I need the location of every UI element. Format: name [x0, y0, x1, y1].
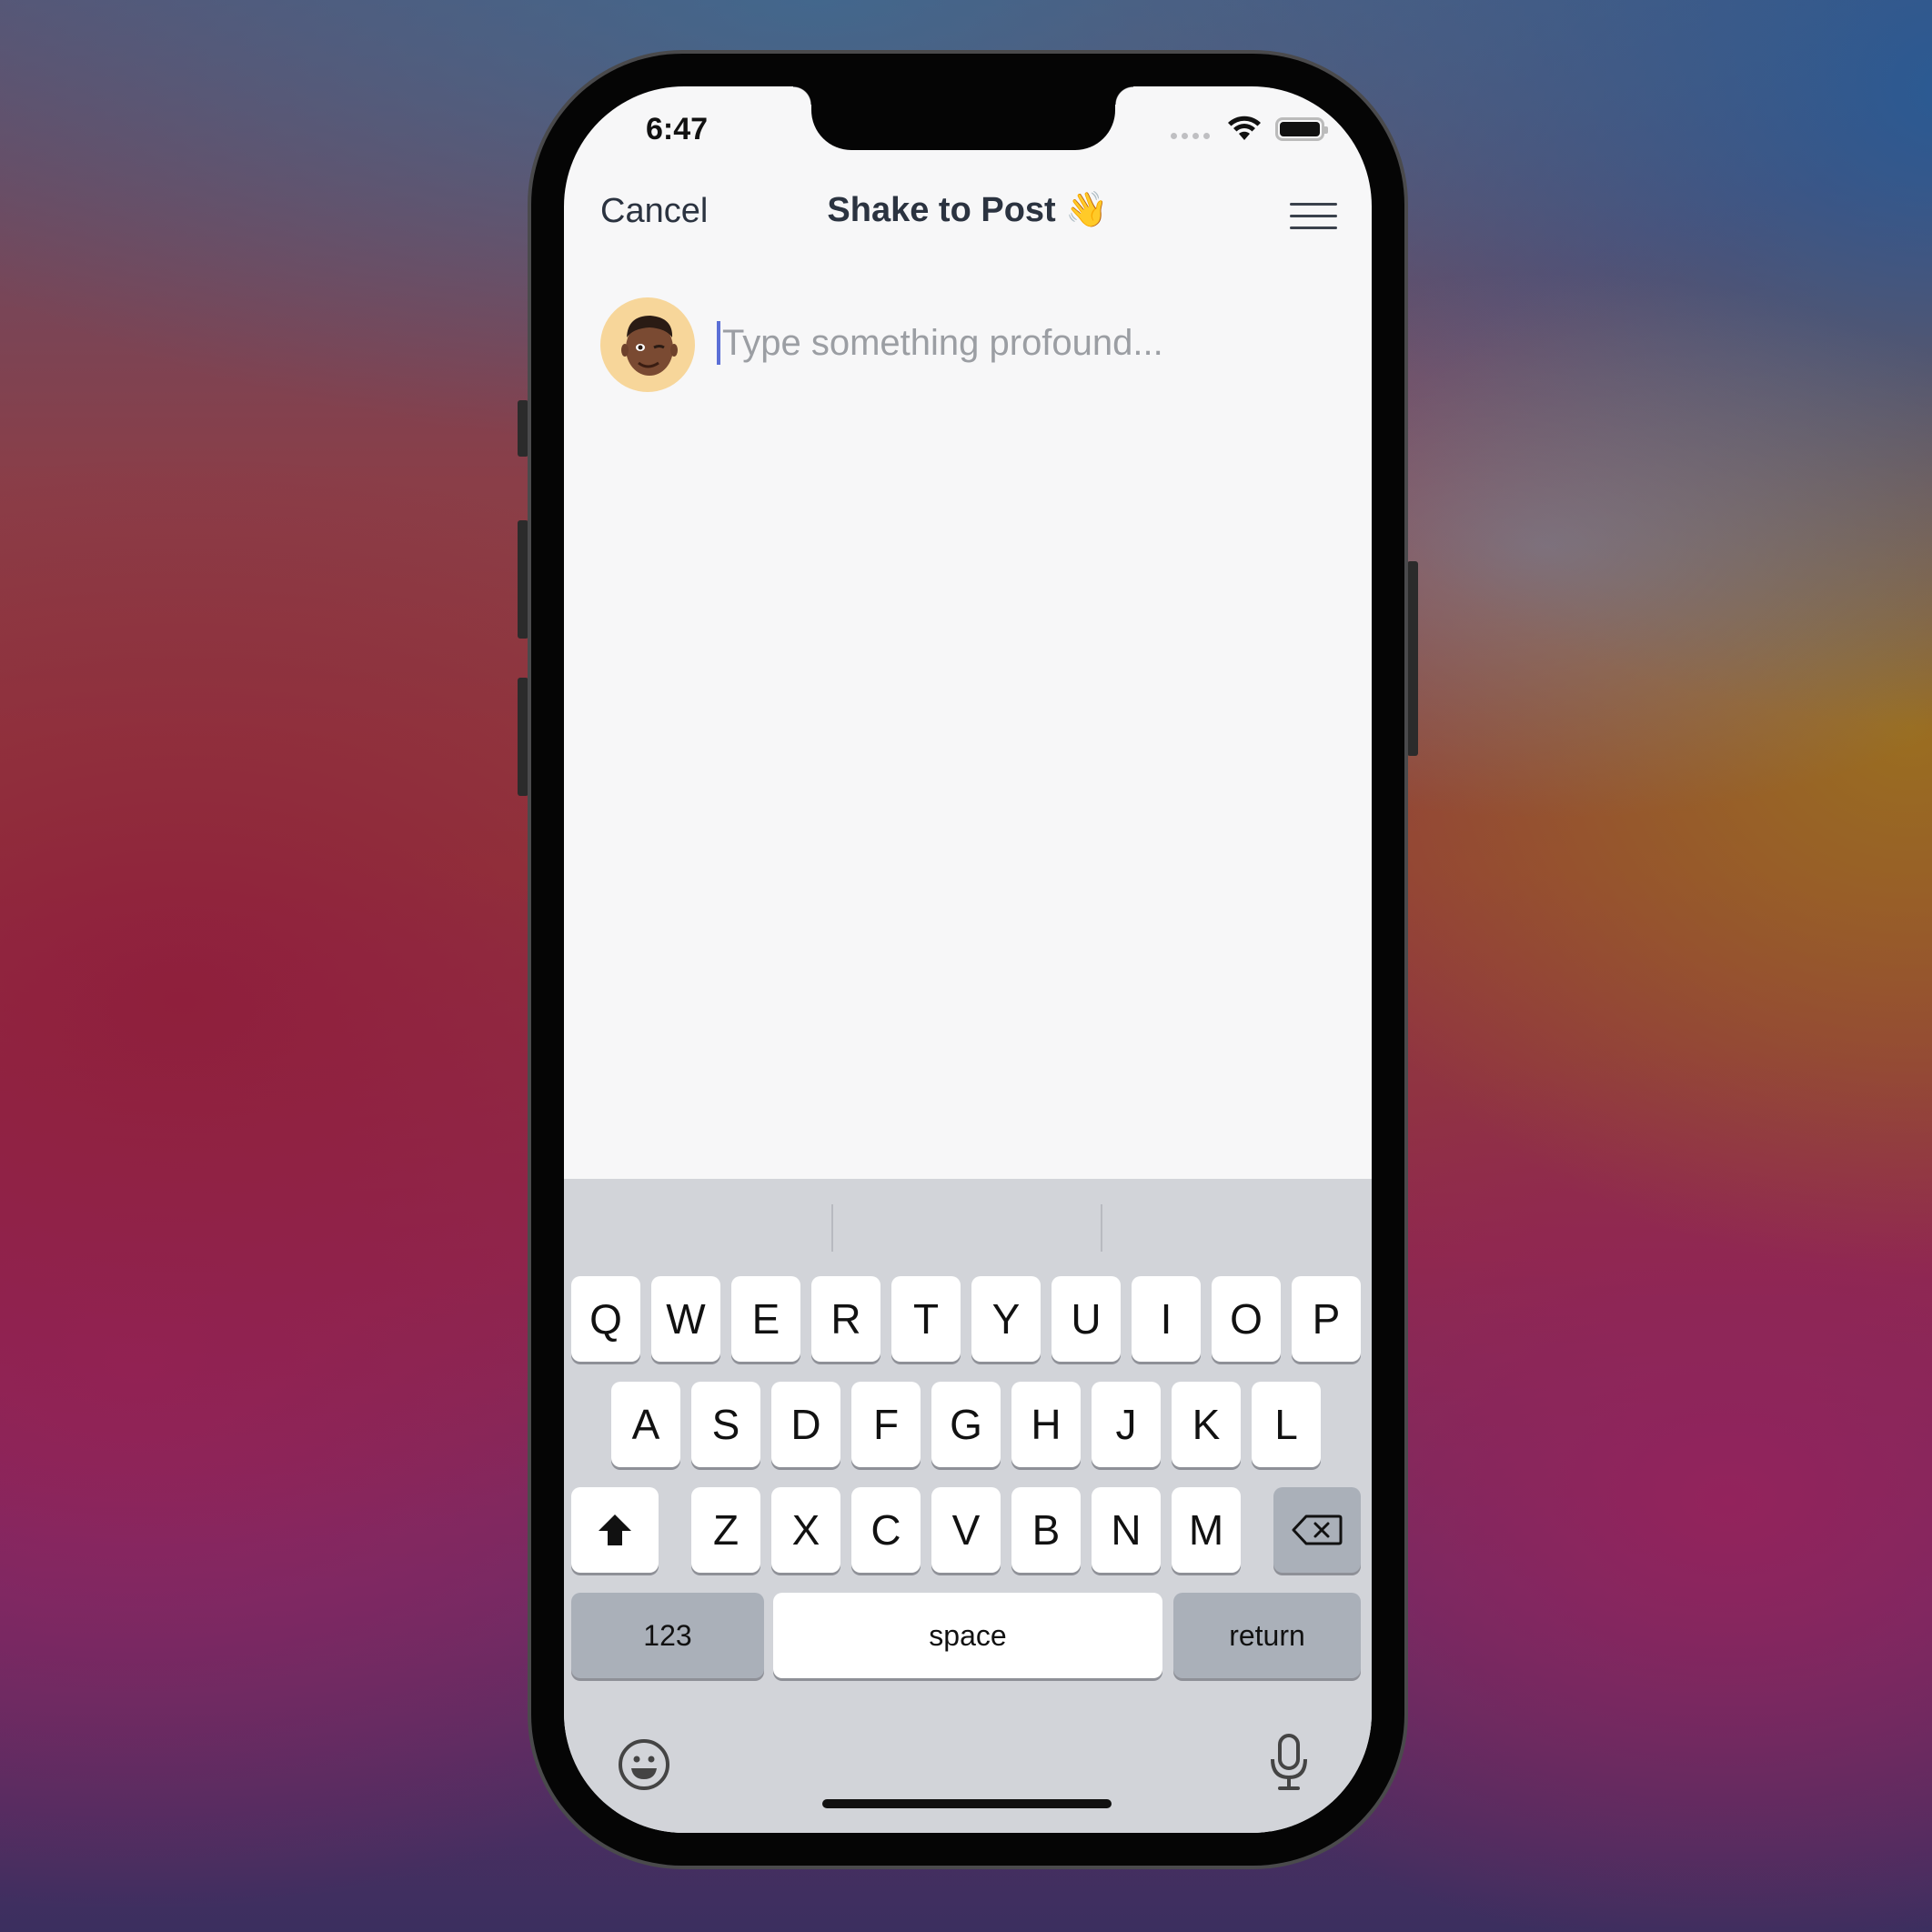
key-s[interactable]: S: [691, 1382, 760, 1467]
memoji-avatar-icon: [621, 316, 678, 376]
key-k[interactable]: K: [1172, 1382, 1241, 1467]
key-t[interactable]: T: [891, 1276, 961, 1362]
key-g[interactable]: G: [931, 1382, 1001, 1467]
key-f[interactable]: F: [851, 1382, 921, 1467]
key-j[interactable]: J: [1092, 1382, 1161, 1467]
screen: 6:47 Cancel Shake to Post 👋 Type somethi…: [564, 86, 1372, 1833]
backspace-icon: [1292, 1514, 1343, 1545]
key-z[interactable]: Z: [691, 1487, 760, 1573]
cellular-signal-icon: [1171, 132, 1210, 139]
key-h[interactable]: H: [1011, 1382, 1081, 1467]
power-button: [1407, 561, 1418, 756]
key-d[interactable]: D: [771, 1382, 840, 1467]
status-time: 6:47: [646, 112, 709, 146]
backspace-key[interactable]: [1273, 1487, 1361, 1573]
key-l[interactable]: L: [1252, 1382, 1321, 1467]
key-o[interactable]: O: [1212, 1276, 1281, 1362]
text-cursor: [717, 321, 720, 365]
key-m[interactable]: M: [1172, 1487, 1241, 1573]
page-title: Shake to Post 👋: [827, 191, 1109, 229]
battery-icon: [1275, 117, 1328, 141]
shift-icon: [599, 1514, 631, 1545]
key-n[interactable]: N: [1092, 1487, 1161, 1573]
key-w[interactable]: W: [651, 1276, 720, 1362]
avatar: [600, 297, 695, 392]
prediction-divider: [831, 1204, 833, 1252]
key-a[interactable]: A: [611, 1382, 680, 1467]
shift-key[interactable]: [571, 1487, 659, 1573]
return-key[interactable]: return: [1173, 1593, 1361, 1678]
phone-bezel: 6:47 Cancel Shake to Post 👋 Type somethi…: [531, 54, 1404, 1866]
key-e[interactable]: E: [731, 1276, 800, 1362]
key-u[interactable]: U: [1052, 1276, 1121, 1362]
notch: [793, 86, 1133, 150]
numbers-key[interactable]: 123: [571, 1593, 764, 1678]
key-q[interactable]: Q: [571, 1276, 640, 1362]
prediction-divider: [1101, 1204, 1102, 1252]
keyboard: Q W E R T Y U I O P A S D F G H J K L Z …: [564, 1179, 1372, 1833]
wifi-icon: [1228, 116, 1261, 140]
microphone-icon[interactable]: [1266, 1732, 1312, 1792]
space-key[interactable]: space: [773, 1593, 1162, 1678]
post-composer[interactable]: [717, 316, 1317, 370]
key-r[interactable]: R: [811, 1276, 880, 1362]
key-c[interactable]: C: [851, 1487, 921, 1573]
status-icons: [1171, 116, 1328, 143]
key-x[interactable]: X: [771, 1487, 840, 1573]
home-indicator: [822, 1799, 1112, 1808]
post-text-input[interactable]: [722, 322, 1286, 364]
emoji-icon[interactable]: [617, 1737, 671, 1792]
key-i[interactable]: I: [1132, 1276, 1201, 1362]
phone-frame: 6:47 Cancel Shake to Post 👋 Type somethi…: [528, 50, 1408, 1869]
key-v[interactable]: V: [931, 1487, 1001, 1573]
key-y[interactable]: Y: [971, 1276, 1041, 1362]
hamburger-menu-icon[interactable]: [1290, 203, 1337, 230]
key-b[interactable]: B: [1011, 1487, 1081, 1573]
key-p[interactable]: P: [1292, 1276, 1361, 1362]
